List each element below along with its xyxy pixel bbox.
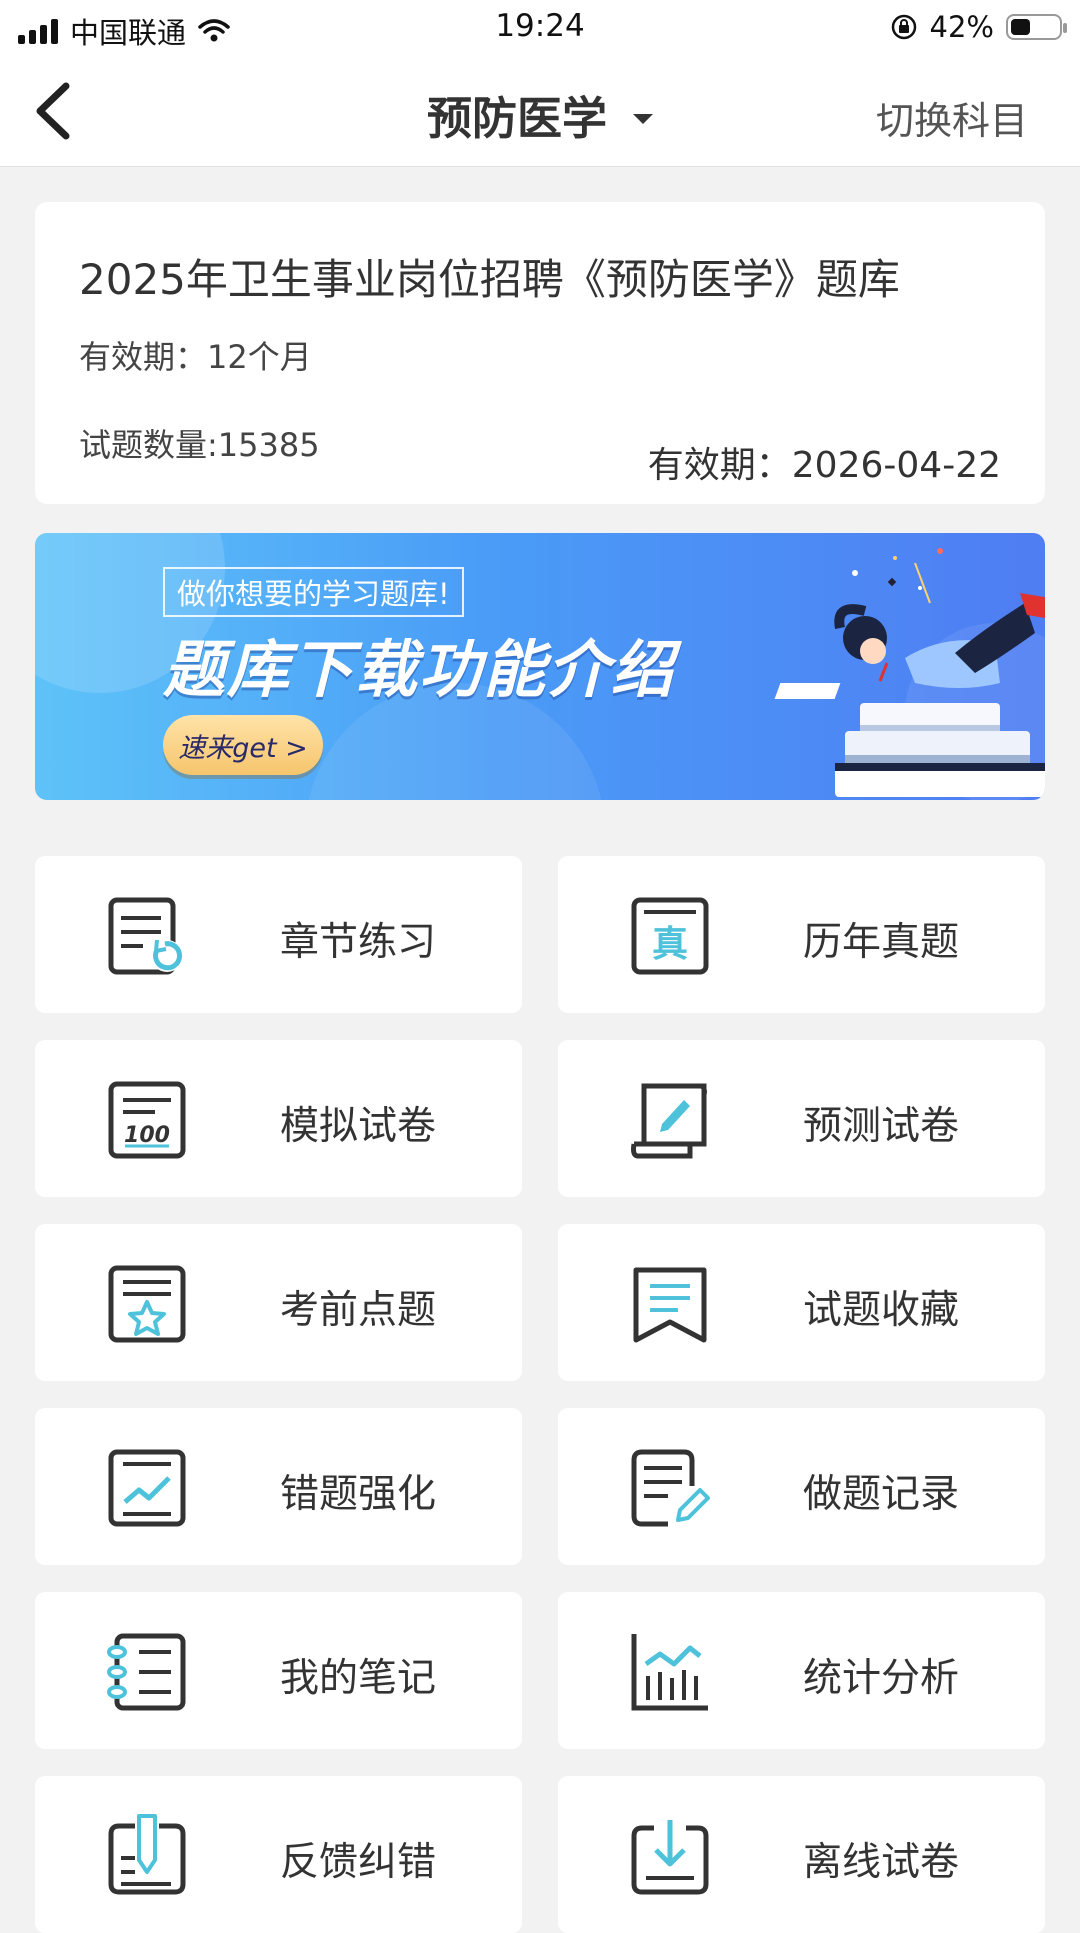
menu-item-statistics[interactable]: 统计分析	[558, 1592, 1045, 1749]
menu-item-favorites[interactable]: 试题收藏	[558, 1224, 1045, 1381]
expiry-date: 有效期：2026-04-22	[647, 445, 1001, 486]
menu-label: 章节练习	[280, 920, 437, 965]
pre-exam-star-icon	[108, 1265, 186, 1343]
question-count: 试题数量:15385	[79, 426, 320, 464]
menu-label: 反馈纠错	[280, 1840, 437, 1885]
battery-fill	[1011, 19, 1030, 35]
feedback-pen-icon	[108, 1814, 186, 1895]
menu-item-pre-exam-tips[interactable]: 考前点题	[35, 1224, 522, 1381]
menu-item-past-exams[interactable]: 真 历年真题	[558, 856, 1045, 1013]
notebook-icon	[107, 1633, 186, 1711]
status-bar: 中国联通 19:24 42%	[0, 0, 1080, 56]
menu-item-predict-exam[interactable]: 预测试卷	[558, 1040, 1045, 1197]
switch-subject-button[interactable]: 切换科目	[876, 90, 1028, 145]
menu-label: 预测试卷	[803, 1104, 960, 1149]
menu-label: 错题强化	[280, 1472, 437, 1517]
menu-label: 我的笔记	[280, 1656, 437, 1701]
banner-title: 题库下载功能介绍	[163, 633, 676, 706]
validity-period: 有效期：12个月	[79, 338, 312, 376]
menu-label: 考前点题	[280, 1288, 437, 1333]
menu-label: 试题收藏	[803, 1288, 960, 1333]
chapter-practice-icon	[108, 897, 183, 975]
menu-label: 离线试卷	[803, 1840, 960, 1885]
banner-subtitle: 做你想要的学习题库!	[163, 567, 464, 617]
mock-exam-icon: 100	[108, 1081, 186, 1159]
predict-exam-icon	[631, 1083, 707, 1159]
menu-item-chapter-practice[interactable]: 章节练习	[35, 856, 522, 1013]
menu-item-feedback[interactable]: 反馈纠错	[35, 1776, 522, 1933]
svg-text:真: 真	[652, 924, 688, 965]
menu-item-my-notes[interactable]: 我的笔记	[35, 1592, 522, 1749]
battery-percent: 42%	[929, 10, 994, 44]
page-title: 预防医学	[426, 92, 607, 145]
question-bank-card: 2025年卫生事业岗位招聘《预防医学》题库 有效期：12个月 试题数量:1538…	[35, 202, 1045, 504]
record-edit-icon	[631, 1449, 710, 1527]
download-icon	[631, 1820, 709, 1895]
bookmark-icon	[633, 1267, 707, 1343]
menu-label: 做题记录	[803, 1472, 960, 1517]
caret-down-icon	[633, 113, 653, 124]
menu-item-practice-record[interactable]: 做题记录	[558, 1408, 1045, 1565]
statistics-icon	[631, 1634, 708, 1711]
banner-get-button[interactable]: 速来get >	[163, 715, 323, 775]
menu-item-offline-exam[interactable]: 离线试卷	[558, 1776, 1045, 1933]
menu-item-wrong-questions[interactable]: 错题强化	[35, 1408, 522, 1565]
status-right: 42%	[890, 10, 1067, 44]
rotation-lock-icon	[891, 14, 916, 40]
menu-label: 统计分析	[803, 1656, 960, 1701]
question-bank-title: 2025年卫生事业岗位招聘《预防医学》题库	[79, 255, 900, 304]
menu-label: 历年真题	[803, 920, 960, 965]
menu-item-mock-exam[interactable]: 100 模拟试卷	[35, 1040, 522, 1197]
reading-girl-illustration	[774, 548, 1045, 800]
wrong-questions-chart-icon	[108, 1449, 186, 1527]
past-exams-icon: 真	[631, 897, 709, 975]
svg-text:100: 100	[124, 1123, 170, 1148]
nav-bar: 预防医学 切换科目	[0, 56, 1080, 167]
download-feature-banner[interactable]: 做你想要的学习题库! 题库下载功能介绍 速来get >	[35, 533, 1045, 800]
battery-icon	[1006, 14, 1067, 40]
menu-label: 模拟试卷	[280, 1104, 437, 1149]
